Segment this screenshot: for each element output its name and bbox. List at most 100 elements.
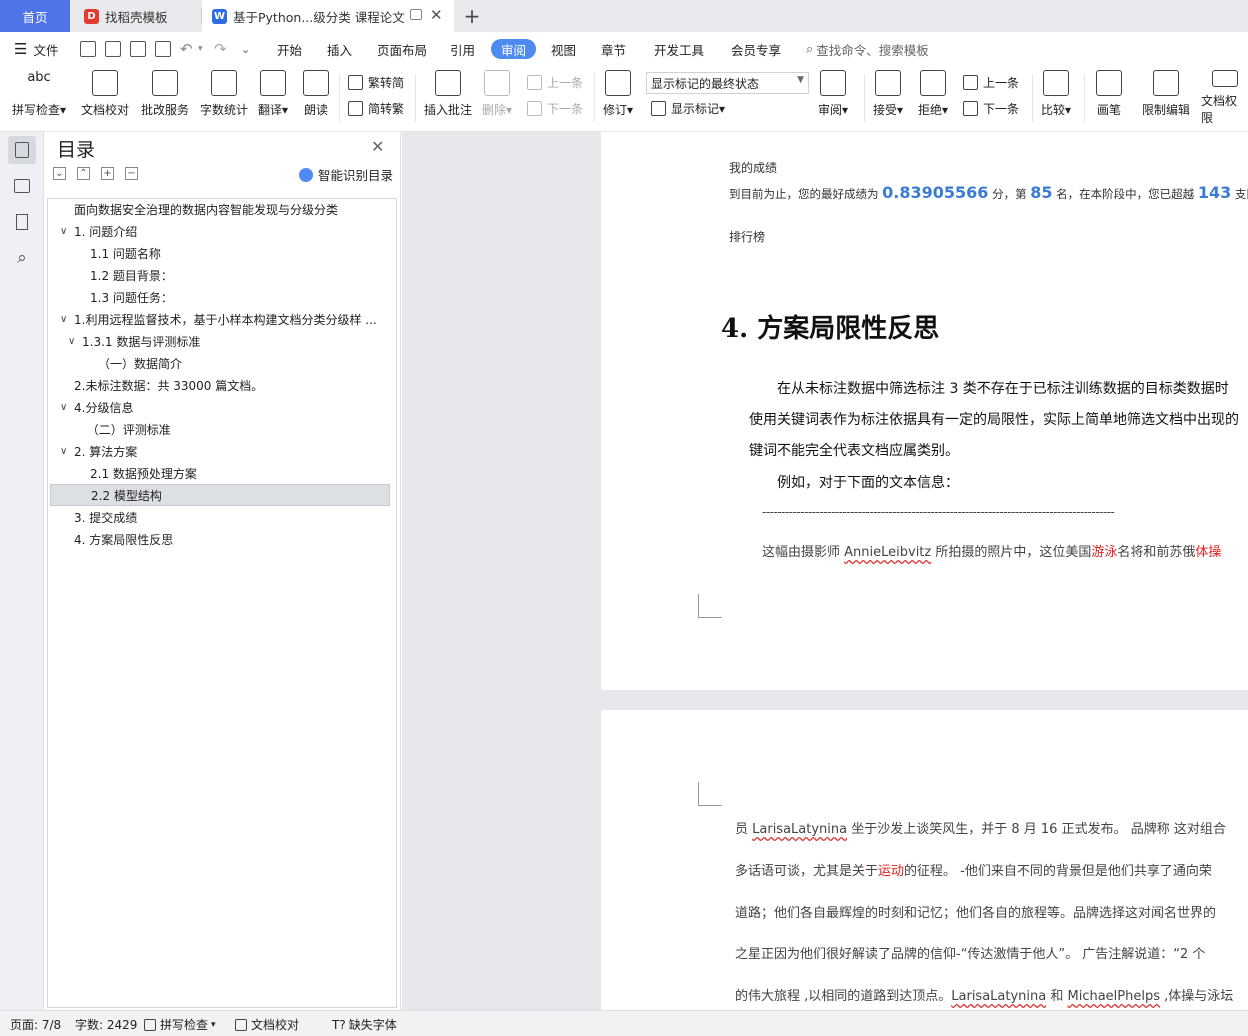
doc-check-button[interactable]: 文档校对: [81, 70, 129, 126]
close-tab-icon[interactable]: ✕: [430, 6, 443, 24]
print-icon[interactable]: [130, 41, 146, 57]
menu-references[interactable]: 引用: [450, 39, 475, 59]
status-proofread[interactable]: 文档校对: [235, 1016, 299, 1033]
toc-item[interactable]: ∨ 1. 问题介绍: [50, 220, 390, 242]
remove-level-icon[interactable]: −: [125, 167, 138, 180]
paragraph-line-4: 例如，对于下面的文本信息：: [777, 475, 959, 491]
tab-home-label: 首页: [22, 9, 48, 25]
pin-icon[interactable]: [410, 9, 422, 20]
new-tab-plus-icon[interactable]: +: [460, 2, 484, 30]
toc-item[interactable]: 4. 方案局限性反思: [50, 528, 390, 550]
restrict-editing-button[interactable]: 限制编辑: [1142, 70, 1190, 126]
redo-icon[interactable]: ↷: [214, 39, 227, 59]
toc-item[interactable]: 1.3 问题任务：: [50, 286, 390, 308]
missing-font-button[interactable]: T? 缺失字体: [332, 1016, 397, 1033]
chevron-down-icon[interactable]: ∨: [60, 402, 74, 413]
find-button[interactable]: ⌕: [8, 244, 36, 272]
toc-item-label: 1.3 问题任务：: [90, 290, 173, 305]
menu-member[interactable]: 会员专享: [731, 39, 781, 59]
reject-button[interactable]: 拒绝▾: [918, 70, 948, 126]
font-warning-icon: T?: [332, 1017, 346, 1032]
toc-view-button[interactable]: [8, 136, 36, 164]
document-canvas[interactable]: 我的成绩 到目前为止，您的最好成绩为 0.83905566 分，第 85 名，在…: [402, 132, 1248, 1010]
file-menu[interactable]: ☰ 文件: [14, 39, 58, 59]
chevron-down-icon[interactable]: ∨: [60, 226, 74, 237]
prev-comment-button[interactable]: 上一条: [527, 72, 583, 92]
chevron-down-icon[interactable]: ∨: [60, 314, 74, 325]
collapse-all-icon[interactable]: ⌄: [53, 167, 66, 180]
menu-section[interactable]: 章节: [601, 39, 626, 59]
compare-icon: [1043, 70, 1070, 96]
toc-item[interactable]: 2.1 数据预处理方案: [50, 462, 390, 484]
word-count-indicator[interactable]: 字数: 2429: [75, 1016, 137, 1033]
insert-comment-button[interactable]: 插入批注: [424, 70, 472, 126]
toc-item-label: 2. 算法方案: [74, 444, 138, 459]
status-spell-check[interactable]: 拼写检查 ▾: [144, 1016, 216, 1033]
page-indicator[interactable]: 页面: 7/8: [10, 1016, 61, 1033]
track-changes-icon: [605, 70, 632, 96]
save-icon[interactable]: [80, 41, 96, 57]
track-changes-button[interactable]: 修订▾: [603, 70, 633, 126]
toc-item[interactable]: 3. 提交成绩: [50, 506, 390, 528]
next-change-button[interactable]: 下一条: [963, 98, 1019, 118]
print-preview-icon[interactable]: [155, 41, 171, 57]
chevron-down-icon[interactable]: ∨: [68, 336, 82, 347]
tab-document[interactable]: W 基于Python...级分类 课程论文 ✕: [202, 0, 454, 32]
command-search-placeholder: 查找命令、搜索模板: [816, 42, 929, 58]
toc-title: 目录: [57, 139, 96, 161]
export-pdf-icon[interactable]: [105, 41, 121, 57]
menu-start[interactable]: 开始: [277, 39, 302, 59]
menu-page-layout[interactable]: 页面布局: [377, 39, 427, 59]
toc-item[interactable]: 2.未标注数据：共 33000 篇文档。: [50, 374, 390, 396]
prev-change-icon: [963, 74, 978, 90]
review-pane-button[interactable]: 审阅▾: [818, 70, 848, 126]
add-level-icon[interactable]: +: [101, 167, 114, 180]
toc-item[interactable]: （二）评测标准: [50, 418, 390, 440]
toc-item[interactable]: ∨ 1.3.1 数据与评测标准: [50, 330, 390, 352]
menu-view[interactable]: 视图: [551, 39, 576, 59]
toc-item[interactable]: ∨ 1.利用远程监督技术，基于小样本构建文档分类分级样 ...: [50, 308, 390, 330]
close-icon[interactable]: ✕: [371, 137, 384, 156]
menu-review[interactable]: 审阅: [491, 39, 537, 59]
read-aloud-button[interactable]: 朗读: [303, 70, 329, 126]
pen-button[interactable]: 画笔: [1096, 70, 1122, 126]
command-search[interactable]: ⌕ 查找命令、搜索模板: [806, 39, 929, 59]
tab-home[interactable]: 首页: [0, 0, 70, 32]
translate-button[interactable]: 翻译▾: [258, 70, 288, 126]
chapter-view-button[interactable]: [8, 172, 36, 200]
menu-developer[interactable]: 开发工具: [654, 39, 704, 59]
toc-item[interactable]: ∨ 4.分级信息: [50, 396, 390, 418]
toc-item[interactable]: 1.1 问题名称: [50, 242, 390, 264]
undo-icon[interactable]: ↶: [180, 39, 193, 59]
toc-item[interactable]: 2.2 模型结构: [50, 484, 390, 506]
next-comment-button[interactable]: 下一条: [527, 98, 583, 118]
compare-button[interactable]: 比较▾: [1041, 70, 1071, 126]
show-markup-button[interactable]: 显示标记▾: [651, 98, 725, 118]
batch-service-button[interactable]: 批改服务: [141, 70, 189, 126]
toc-item[interactable]: 面向数据安全治理的数据内容智能发现与分级分类: [50, 198, 390, 220]
doc-permission-button[interactable]: 文档权限: [1201, 70, 1248, 126]
wps-writer-window: 首页 D 找稻壳模板 W 基于Python...级分类 课程论文 ✕ + ☰ 文件…: [0, 0, 1248, 1036]
smart-toc-button[interactable]: 智能识别目录: [299, 165, 393, 184]
markup-state-select[interactable]: 显示标记的最终状态 ▼: [646, 72, 809, 94]
word-count-button[interactable]: 字数统计: [200, 70, 248, 126]
toc-item[interactable]: ∨ 2. 算法方案: [50, 440, 390, 462]
undo-dropdown-icon[interactable]: ▾: [198, 39, 203, 59]
prev-change-button[interactable]: 上一条: [963, 72, 1019, 92]
tab-template[interactable]: D 找稻壳模板: [72, 0, 200, 32]
to-traditional-button[interactable]: 简转繁: [348, 98, 404, 118]
accept-button[interactable]: 接受▾: [873, 70, 903, 126]
expand-up-icon[interactable]: ⌃: [77, 167, 90, 180]
prev-comment-icon: [527, 74, 542, 90]
quote-line-4: 道路；他们各自最辉煌的时刻和记忆；他们各自的旅程等。品牌选择这对闻名世界的: [735, 906, 1217, 921]
delete-comment-button[interactable]: 删除▾: [482, 70, 512, 126]
to-simplified-icon: [348, 74, 363, 90]
quick-access-more-icon[interactable]: ⌄: [241, 39, 250, 59]
menu-insert[interactable]: 插入: [327, 39, 352, 59]
toc-item[interactable]: 1.2 题目背景：: [50, 264, 390, 286]
toc-item[interactable]: （一）数据简介: [50, 352, 390, 374]
spell-check-button[interactable]: abc 拼写检查▾: [12, 70, 66, 126]
chevron-down-icon[interactable]: ∨: [60, 446, 74, 457]
to-simplified-button[interactable]: 繁转简: [348, 72, 404, 92]
bookmark-button[interactable]: [8, 208, 36, 236]
